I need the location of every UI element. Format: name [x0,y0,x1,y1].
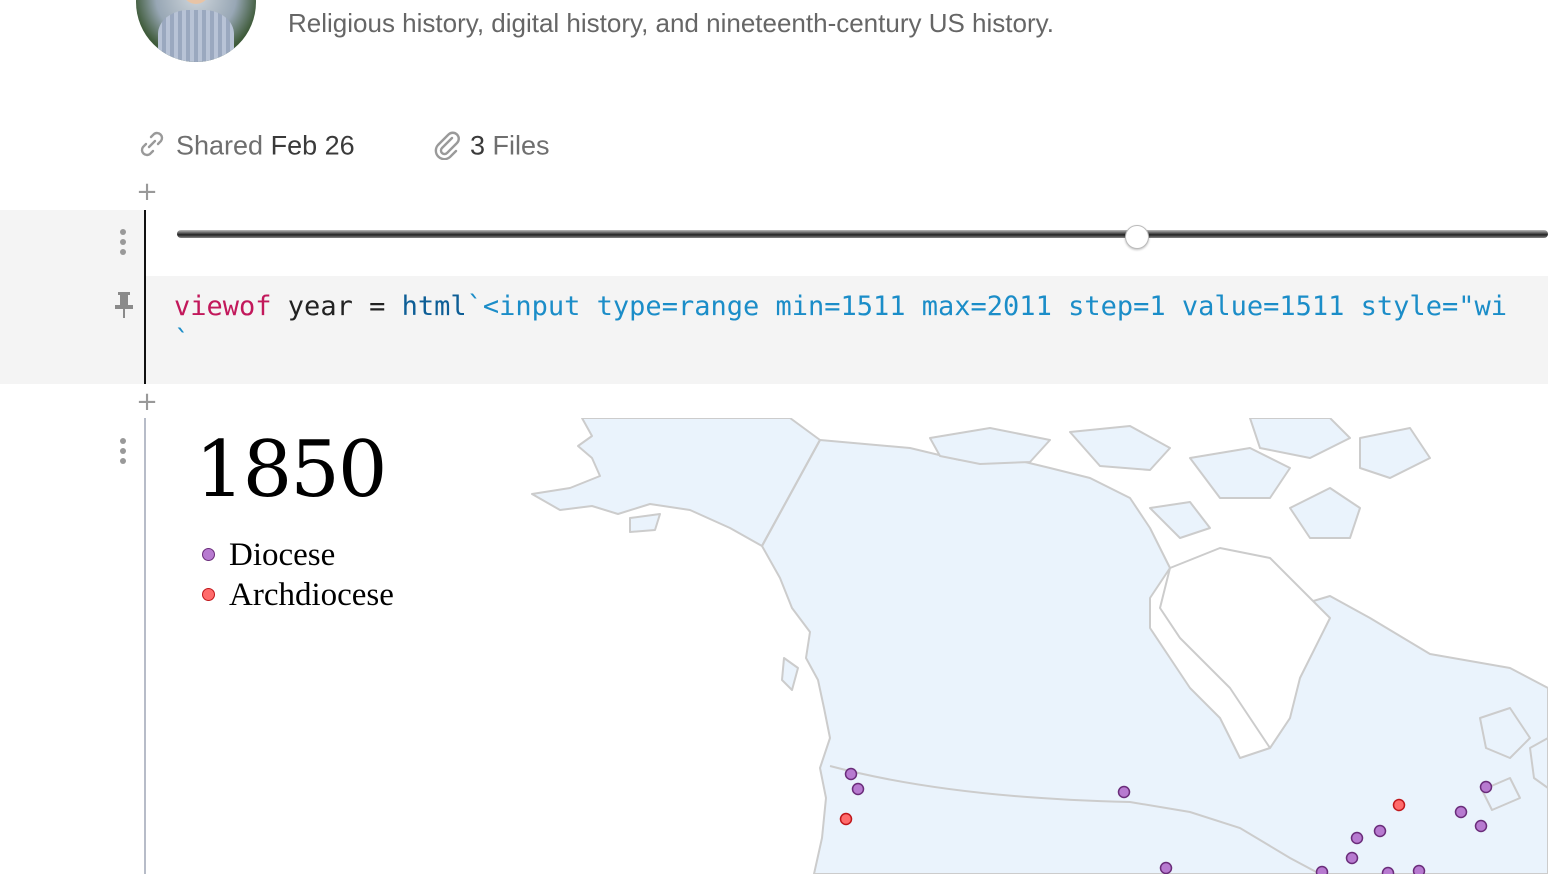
avatar-face [180,0,212,4]
code-keyword: viewof [174,291,272,322]
marker-diocese [1373,824,1387,838]
marker-diocese [1350,831,1364,845]
files-meta[interactable]: 3 Files [432,128,550,167]
menu-dots-icon[interactable] [118,438,128,468]
code-template: `<input type=range min=1511 max=2011 ste… [466,291,1507,322]
map-island [1249,418,1351,459]
shared-date: Feb 26 [270,130,355,161]
map-island [781,657,799,691]
code-line-2: ` [174,325,191,356]
year-slider-thumb[interactable] [1124,225,1149,249]
map-island [1189,447,1291,499]
menu-dots-icon[interactable] [118,229,128,259]
marker-diocese [1381,866,1395,874]
legend-diocese-swatch [202,547,215,561]
marker-diocese [1412,864,1426,874]
files-label: Files [492,130,550,161]
cell-focus-bar [144,210,146,384]
cell-output-area [146,210,1548,276]
marker-diocese [1474,819,1488,833]
code-variable: year = [271,291,402,322]
link-icon [136,128,168,167]
shared-meta[interactable]: Shared Feb 26 [136,128,355,167]
marker-diocese [1345,851,1359,865]
map-mainland [761,439,1548,874]
marker-diocese [1479,780,1493,794]
map-island [929,427,1051,465]
code-editor[interactable]: viewof year = html`<input type=range min… [174,290,1507,358]
year-label: 1850 [195,425,388,515]
add-cell-plus-icon[interactable]: + [135,179,159,205]
map-island [1289,487,1361,539]
north-america-map [531,418,1548,874]
marker-diocese [1454,805,1468,819]
avatar-shirt [158,10,234,62]
map-island [1149,501,1211,539]
map-island [1359,427,1431,479]
author-bio: Religious history, digital history, and … [288,8,1054,38]
code-function: html [401,291,467,322]
marker-archdiocese [1392,798,1406,812]
legend-archdiocese: Archdiocese [202,577,394,614]
legend-archdiocese-swatch [202,587,215,601]
paperclip-icon [432,128,462,167]
marker-diocese [1315,865,1329,874]
map-island [1069,425,1171,471]
marker-diocese [844,767,858,781]
pin-icon[interactable] [113,290,135,325]
cell-bar [144,418,146,874]
legend-diocese: Diocese [202,537,335,574]
add-cell-plus-icon[interactable]: + [135,389,159,415]
map-island [629,513,661,533]
marker-archdiocese [839,812,853,826]
marker-diocese [1159,861,1173,874]
files-count: 3 [470,130,486,161]
year-slider-track[interactable] [177,230,1548,238]
shared-label: Shared [176,130,264,161]
legend-diocese-label: Diocese [229,537,336,573]
legend-archdiocese-label: Archdiocese [229,577,394,613]
author-avatar[interactable] [136,0,256,62]
marker-diocese [851,782,865,796]
marker-diocese [1117,785,1131,799]
notebook-page: Religious history, digital history, and … [0,0,1548,874]
